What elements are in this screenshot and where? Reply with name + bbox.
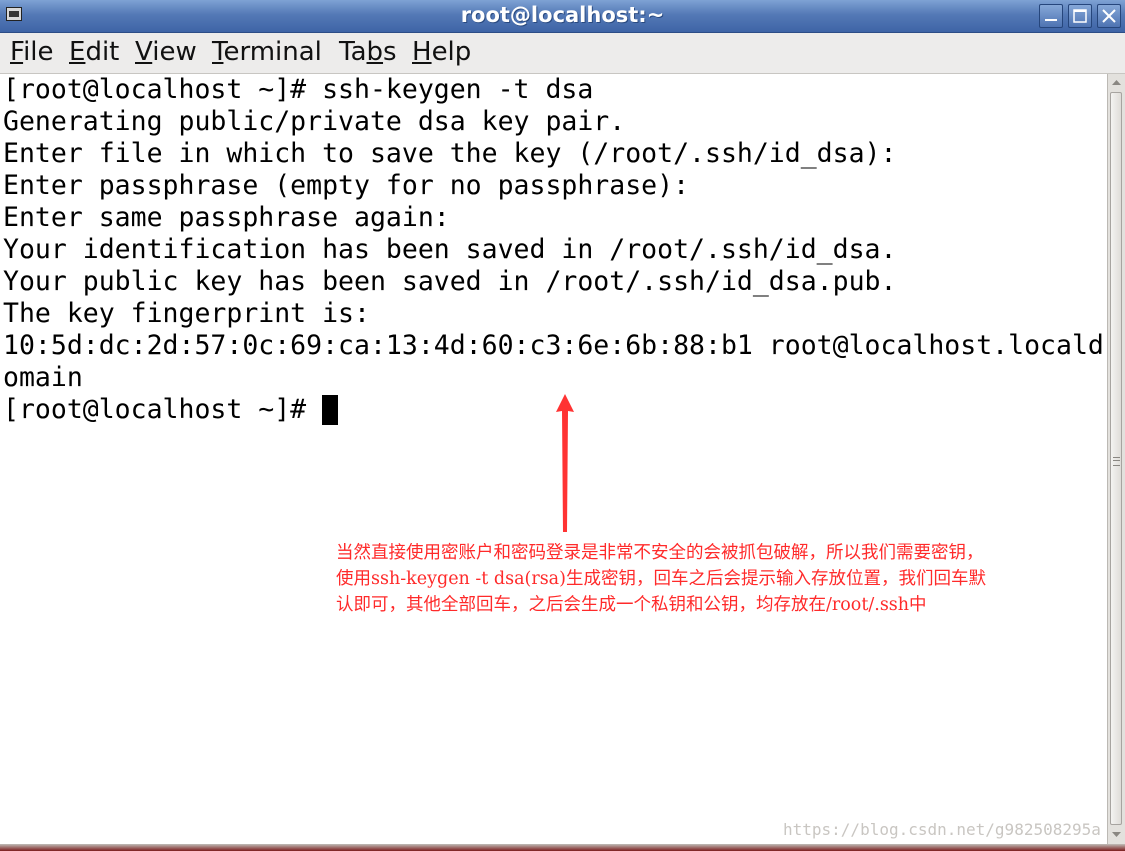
maximize-icon: [1073, 9, 1087, 23]
scroll-down-arrow-icon[interactable]: [1109, 827, 1124, 842]
terminal-cursor: [322, 395, 338, 425]
scrollbar-grip-icon: [1113, 457, 1120, 466]
title-bar[interactable]: root@localhost:~: [0, 0, 1125, 33]
menu-tabs-prefix: Ta: [339, 37, 367, 67]
menu-terminal-label: erminal: [223, 37, 322, 67]
terminal-prompt: [root@localhost ~]#: [3, 394, 323, 425]
terminal-line: Enter file in which to save the key (/ro…: [3, 138, 897, 169]
menu-terminal-mnemonic: T: [212, 37, 224, 67]
annotation-text: 当然直接使用密账户和密码登录是非常不安全的会被抓包破解，所以我们需要密钥， 使用…: [336, 540, 1116, 618]
menu-view-mnemonic: V: [135, 37, 153, 67]
terminal-line: Enter same passphrase again:: [3, 202, 450, 233]
vertical-scrollbar[interactable]: [1107, 74, 1125, 844]
terminal-line: Your public key has been saved in /root/…: [3, 266, 897, 297]
window-bottom-frame: [0, 844, 1125, 851]
scroll-up-arrow-icon[interactable]: [1109, 75, 1124, 90]
window-title: root@localhost:~: [460, 3, 665, 27]
menu-edit-mnemonic: E: [69, 37, 86, 67]
annotation-line: 使用ssh-keygen -t dsa(rsa)生成密钥，回车之后会提示输入存放…: [336, 569, 986, 589]
close-button[interactable]: [1097, 4, 1121, 28]
terminal-line: The key fingerprint is:: [3, 298, 370, 329]
menu-edit[interactable]: Edit: [69, 37, 119, 67]
close-icon: [1102, 9, 1116, 23]
menu-help[interactable]: Help: [412, 37, 471, 67]
menu-bar: File Edit View Terminal Tabs Help: [0, 33, 1125, 74]
minimize-icon: [1045, 19, 1057, 21]
watermark: https://blog.csdn.net/g982508295a: [783, 820, 1101, 839]
minimize-button[interactable]: [1039, 4, 1063, 28]
menu-file[interactable]: File: [10, 37, 54, 67]
menu-terminal[interactable]: Terminal: [212, 37, 322, 67]
terminal-line: Enter passphrase (empty for no passphras…: [3, 170, 690, 201]
menu-tabs[interactable]: Tabs: [339, 37, 397, 67]
menu-view-label: iew: [152, 37, 197, 67]
menu-help-mnemonic: H: [412, 37, 432, 67]
terminal-line: 10:5d:dc:2d:57:0c:69:ca:13:4d:60:c3:6e:6…: [3, 330, 1104, 361]
menu-tabs-label: s: [383, 37, 397, 67]
menu-view[interactable]: View: [135, 37, 197, 67]
menu-file-label: ile: [23, 37, 54, 67]
maximize-button[interactable]: [1068, 4, 1092, 28]
terminal-line: Your identification has been saved in /r…: [3, 234, 897, 265]
menu-edit-label: dit: [85, 37, 120, 67]
terminal-line: [root@localhost ~]# ssh-keygen -t dsa: [3, 74, 594, 105]
menu-help-label: elp: [431, 37, 472, 67]
scrollbar-thumb[interactable]: [1110, 92, 1122, 825]
menu-file-mnemonic: F: [10, 37, 24, 67]
annotation-line: 认即可，其他全部回车，之后会生成一个私钥和公钥，均存放在/root/.ssh中: [336, 595, 927, 615]
terminal-line: Generating public/private dsa key pair.: [3, 106, 626, 137]
terminal-line: omain: [3, 362, 83, 393]
annotation-line: 当然直接使用密账户和密码登录是非常不安全的会被抓包破解，所以我们需要密钥，: [336, 543, 984, 563]
terminal-window: root@localhost:~ File Edit View Terminal…: [0, 0, 1125, 851]
menu-tabs-mnemonic: b: [366, 37, 384, 67]
annotation-arrow-icon: [556, 394, 574, 532]
